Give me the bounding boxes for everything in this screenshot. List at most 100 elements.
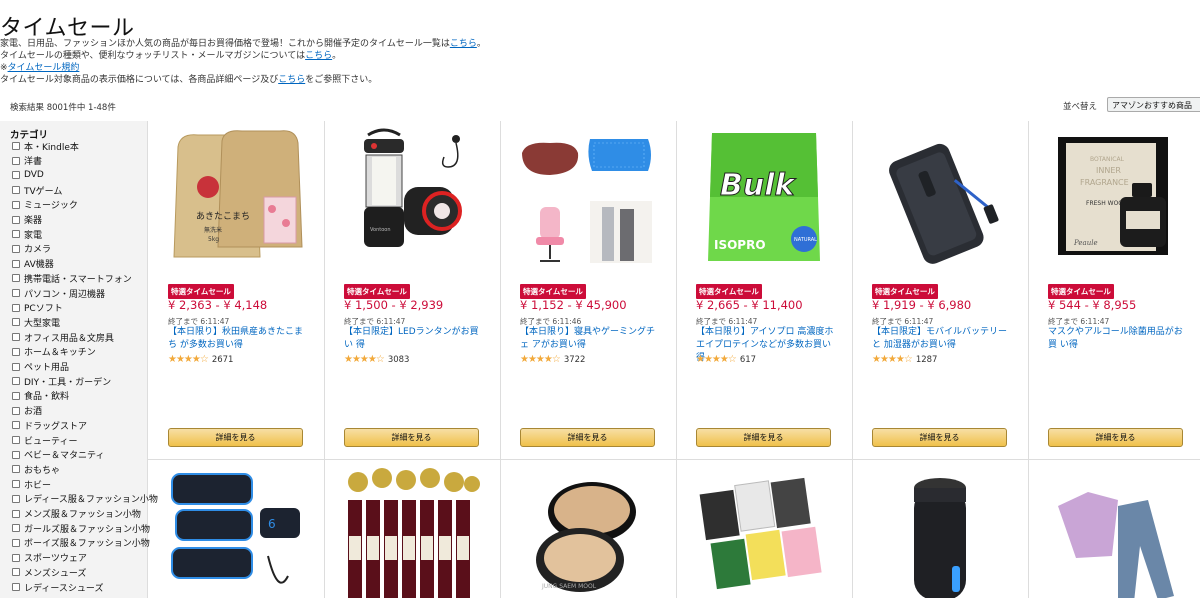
checkbox[interactable] xyxy=(12,391,20,400)
led-lantern-image[interactable]: Vontoon xyxy=(344,127,480,267)
checkbox[interactable] xyxy=(12,156,20,165)
product-title-link[interactable]: 【本日限り】秋田県産あきたこまち が多数お買い得 xyxy=(168,326,308,352)
checkbox[interactable] xyxy=(12,171,20,180)
category-item[interactable]: ペット用品 xyxy=(12,361,69,373)
checkbox[interactable] xyxy=(12,303,20,312)
category-item[interactable]: おもちゃ xyxy=(12,463,60,476)
category-item[interactable]: ボーイズ服＆ファッション小物 xyxy=(12,537,150,549)
mobile-battery-image[interactable] xyxy=(872,127,1008,267)
view-details-button[interactable]: 詳細を見る xyxy=(872,428,1007,447)
checkbox[interactable] xyxy=(12,200,20,209)
upcoming-sales-link[interactable]: こちら xyxy=(450,39,477,49)
checkbox[interactable] xyxy=(12,450,20,459)
category-item[interactable]: PCソフト xyxy=(12,302,63,314)
category-item[interactable]: 食品・飲料 xyxy=(12,390,69,402)
rating[interactable]: ★★★★☆ 617 xyxy=(696,354,756,365)
fragrance-box-image[interactable]: BOTANICAL INNER FRAGRANCE FRESH WOODY Pe… xyxy=(1048,127,1184,267)
category-item[interactable]: ガールズ服＆ファッション小物 xyxy=(12,522,150,535)
product-title-link[interactable]: 【本日限定】LEDランタンがお買い 得 xyxy=(344,326,484,352)
checkbox[interactable] xyxy=(12,509,20,518)
ems-belt-image[interactable]: 6 xyxy=(168,466,304,598)
checkbox[interactable] xyxy=(12,421,20,430)
category-item[interactable]: ホビー xyxy=(12,478,51,491)
category-label: メンズ服＆ファッション小物 xyxy=(24,510,141,520)
checkbox[interactable] xyxy=(12,244,20,253)
category-item[interactable]: DVD xyxy=(12,169,44,181)
checkbox[interactable] xyxy=(12,347,20,356)
category-item[interactable]: ベビー＆マタニティ xyxy=(12,449,104,461)
product-title-link[interactable]: マスクやアルコール除菌用品がお買 い得 xyxy=(1048,326,1188,352)
category-item[interactable]: ドラッグストア xyxy=(12,419,87,432)
category-item[interactable]: 楽器 xyxy=(12,214,42,226)
category-item[interactable]: ホーム＆キッチン xyxy=(12,346,96,358)
rating[interactable]: ★★★★☆ 3722 xyxy=(520,354,585,365)
rating[interactable]: ★★★★☆ 3083 xyxy=(344,354,409,365)
humidifier-image[interactable] xyxy=(872,466,1008,598)
checkbox[interactable] xyxy=(12,274,20,283)
checkbox[interactable] xyxy=(12,333,20,342)
cushion-compact-image[interactable]: JUNG SAEM MOOL xyxy=(520,466,656,598)
wine-set-image[interactable] xyxy=(344,466,480,598)
star-rating-icon: ★★★★☆ xyxy=(696,354,737,365)
checkbox[interactable] xyxy=(12,583,20,591)
checkbox[interactable] xyxy=(12,318,20,327)
category-item[interactable]: カメラ xyxy=(12,243,51,255)
category-label: 食品・飲料 xyxy=(24,392,70,403)
svg-text:Bulk: Bulk xyxy=(720,168,797,203)
category-item[interactable]: TVゲーム xyxy=(12,184,62,197)
protein-package-image[interactable]: Bulk ISOPRO NATURAL xyxy=(696,127,832,267)
rice-bag-image[interactable]: あきたこまち 無洗米 5kg xyxy=(168,127,304,267)
checkbox[interactable] xyxy=(12,553,20,562)
category-item[interactable]: AV機器 xyxy=(12,258,54,270)
cushion-chair-image[interactable] xyxy=(520,127,656,267)
category-item[interactable]: レディース服＆ファッション小物 xyxy=(12,493,158,505)
checkbox[interactable] xyxy=(12,259,20,268)
category-item[interactable]: スポーツウェア xyxy=(12,552,87,564)
view-details-button[interactable]: 詳細を見る xyxy=(168,428,303,447)
category-item[interactable]: メンズ服＆ファッション小物 xyxy=(12,508,141,520)
checkbox[interactable] xyxy=(12,465,20,474)
category-item[interactable]: ミュージック xyxy=(12,199,78,211)
checkbox[interactable] xyxy=(12,538,20,547)
rating[interactable]: ★★★★☆ 1287 xyxy=(872,354,937,365)
category-item[interactable]: オフィス用品＆文房具 xyxy=(12,331,114,344)
watchlist-info-link[interactable]: こちら xyxy=(305,51,332,61)
view-details-button[interactable]: 詳細を見る xyxy=(1048,428,1183,447)
checkbox[interactable] xyxy=(12,362,20,371)
category-item[interactable]: 本・Kindle本 xyxy=(12,140,79,153)
checkbox[interactable] xyxy=(12,289,20,297)
category-item[interactable]: DIY・工具・ガーデン xyxy=(12,375,111,388)
checkbox[interactable] xyxy=(12,230,20,239)
checkbox[interactable] xyxy=(12,436,20,444)
view-details-button[interactable]: 詳細を見る xyxy=(344,428,479,447)
product-title-link[interactable]: 【本日限定】モバイルバッテリーと 加湿器がお買い得 xyxy=(872,326,1012,352)
checkbox[interactable] xyxy=(12,406,20,415)
category-item[interactable]: ビューティー xyxy=(12,434,77,447)
category-item[interactable]: 大型家電 xyxy=(12,316,60,329)
category-item[interactable]: 携帯電話・スマートフォン xyxy=(12,272,132,285)
category-item[interactable]: お酒 xyxy=(12,405,42,417)
face-masks-image[interactable] xyxy=(696,466,832,598)
category-item[interactable]: 洋書 xyxy=(12,155,42,167)
checkbox[interactable] xyxy=(12,480,20,489)
checkbox[interactable] xyxy=(12,568,20,577)
rating[interactable]: ★★★★☆ 2671 xyxy=(168,354,233,365)
view-details-button[interactable]: 詳細を見る xyxy=(696,428,831,447)
category-item[interactable]: パソコン・周辺機器 xyxy=(12,287,105,300)
checkbox[interactable] xyxy=(12,186,20,195)
terms-link[interactable]: タイムセール規約 xyxy=(8,63,80,73)
category-item[interactable]: 家電 xyxy=(12,228,42,241)
price-info-link[interactable]: こちら xyxy=(278,75,305,85)
product-title-link[interactable]: 【本日限り】寝具やゲーミングチェ アがお買い得 xyxy=(520,326,660,352)
view-details-button[interactable]: 詳細を見る xyxy=(520,428,655,447)
checkbox[interactable] xyxy=(12,524,20,533)
checkbox[interactable] xyxy=(12,142,20,150)
category-label: ボーイズ服＆ファッション小物 xyxy=(24,539,150,550)
pajamas-image[interactable] xyxy=(1048,466,1184,598)
checkbox[interactable] xyxy=(12,494,20,503)
checkbox[interactable] xyxy=(12,377,20,386)
checkbox[interactable] xyxy=(12,215,20,224)
category-item[interactable]: レディースシューズ xyxy=(12,581,103,594)
category-item[interactable]: メンズシューズ xyxy=(12,566,86,579)
sort-dropdown[interactable]: アマゾンおすすめ商品 xyxy=(1107,97,1200,112)
